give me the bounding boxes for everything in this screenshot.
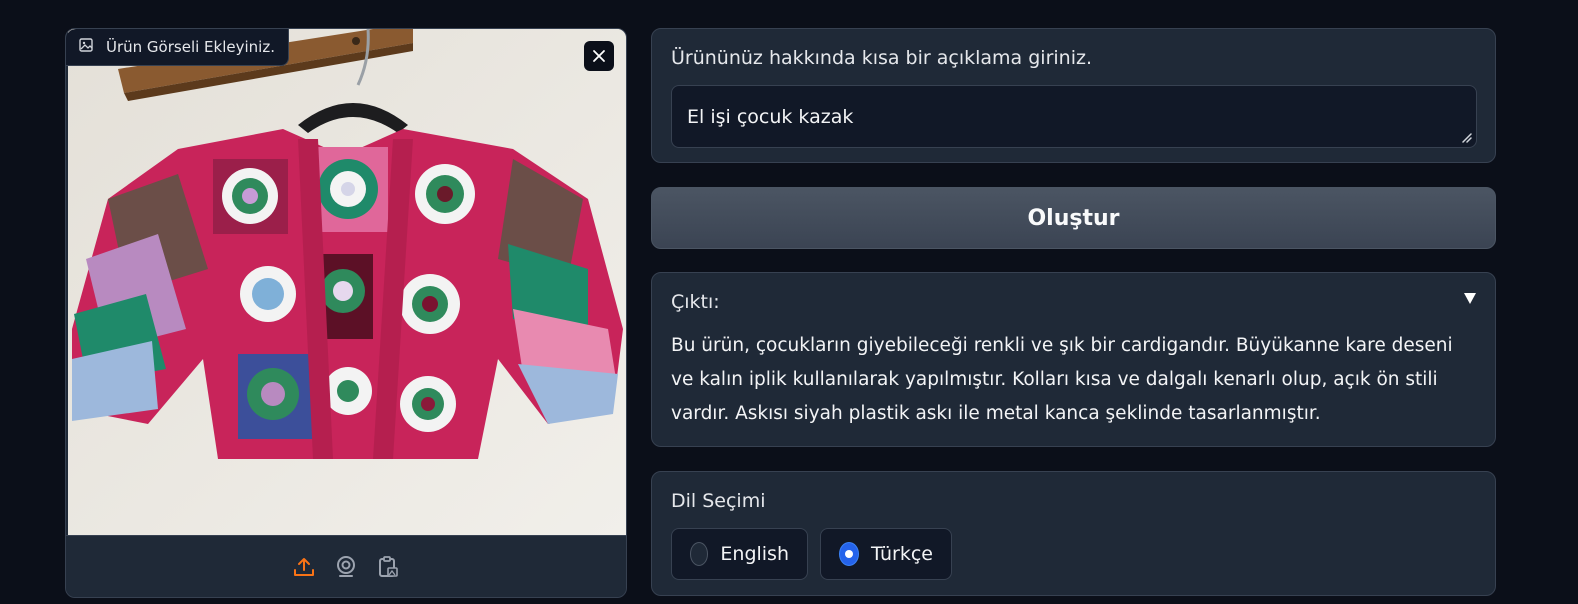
language-label: Dil Seçimi [671,490,766,512]
language-option-label: English [720,543,789,565]
upload-icon [294,557,314,576]
collapse-triangle-icon[interactable] [1463,291,1477,305]
upload-button[interactable] [291,554,317,580]
resize-handle-icon[interactable] [1460,131,1472,143]
product-image[interactable] [68,29,626,537]
generate-button[interactable]: Oluştur [651,187,1496,249]
cardigan-photo [68,29,626,537]
webcam-button[interactable] [333,554,359,580]
description-value: El işi çocuk kazak [687,105,854,128]
language-panel: Dil Seçimi English Türkçe [651,471,1496,596]
paste-clipboard-button[interactable] [375,554,401,580]
language-option-turkish[interactable]: Türkçe [820,528,952,580]
webcam-icon [337,555,355,577]
image-input-label-text: Ürün Görseli Ekleyiniz. [106,38,275,56]
output-panel: Çıktı: Bu ürün, çocukların giyebileceği … [651,272,1496,447]
description-panel: Ürününüz hakkında kısa bir açıklama giri… [651,28,1496,163]
close-icon [593,50,605,62]
description-textarea[interactable]: El işi çocuk kazak [671,85,1477,148]
language-option-label: Türkçe [871,543,933,565]
image-source-toolbar [66,535,626,597]
clipboard-icon [379,555,398,577]
output-text: Bu ürün, çocukların giyebileceği renkli … [671,335,1453,424]
output-label: Çıktı: [671,291,720,313]
radio-checked-icon[interactable] [839,542,859,566]
clear-image-button[interactable] [584,41,614,71]
language-option-english[interactable]: English [671,528,808,580]
image-input-panel: Ürün Görseli Ekleyiniz. [65,28,627,598]
radio-unchecked-icon[interactable] [690,542,709,566]
description-label: Ürününüz hakkında kısa bir açıklama giri… [671,47,1092,69]
image-icon [78,37,94,57]
image-input-label: Ürün Görseli Ekleyiniz. [66,29,289,66]
